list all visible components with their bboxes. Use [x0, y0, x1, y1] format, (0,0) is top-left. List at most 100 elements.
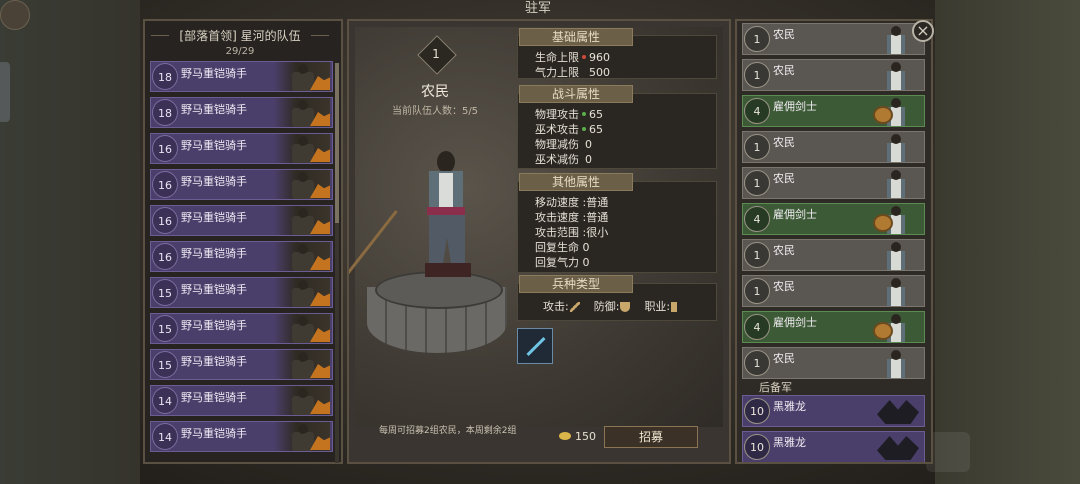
- garrison-unit-row[interactable]: 1 农民: [742, 239, 925, 271]
- unit-level: 14: [152, 387, 178, 414]
- unit-level: 1: [744, 350, 770, 376]
- unit-head: [891, 206, 901, 216]
- unit-name: 农民: [773, 280, 795, 293]
- rider-portrait: [274, 314, 330, 343]
- unit-name: 野马重铠骑手: [181, 391, 247, 404]
- unit-level: 1: [744, 134, 770, 160]
- magic-red-stat: 巫术减伤 0: [535, 151, 592, 167]
- scrollbar-thumb[interactable]: [335, 63, 339, 223]
- unit-level: 16: [152, 135, 178, 162]
- troop-type-row: 攻击: 防御: 职业:: [543, 298, 680, 314]
- move-speed: 移动速度 :普通: [535, 196, 609, 209]
- garrison-unit-row[interactable]: 4 雇佣剑士: [742, 203, 925, 235]
- unit-level: 16: [152, 207, 178, 234]
- team-unit-row[interactable]: 16 野马重铠骑手: [150, 241, 333, 272]
- hp-label: 生命上限: [535, 51, 579, 64]
- garrison-unit-row[interactable]: 1 农民: [742, 275, 925, 307]
- unit-level: 14: [152, 423, 178, 450]
- attack-type-label: 攻击:: [543, 300, 569, 313]
- unit-level: 15: [152, 351, 178, 378]
- rider-head: [298, 352, 308, 362]
- team-unit-row[interactable]: 16 野马重铠骑手: [150, 205, 333, 236]
- unit-name: 野马重铠骑手: [181, 175, 247, 188]
- rider-head: [298, 64, 308, 74]
- dragon-portrait: [873, 396, 923, 426]
- rider-body: [292, 396, 314, 415]
- team-unit-row[interactable]: 16 野马重铠骑手: [150, 133, 333, 164]
- menu-button[interactable]: [0, 0, 30, 30]
- dragon-portrait: [873, 432, 923, 462]
- dragon-icon: [877, 400, 919, 424]
- unit-level: 15: [152, 279, 178, 306]
- team-unit-row[interactable]: 16 野马重铠骑手: [150, 169, 333, 200]
- team-unit-row[interactable]: 15 野马重铠骑手: [150, 277, 333, 308]
- unit-name: 农民: [773, 28, 795, 41]
- unit-portrait: [873, 60, 923, 90]
- unit-head: [891, 62, 901, 72]
- rider-head: [298, 100, 308, 110]
- team-title: [部落首领] 星河的队伍: [179, 29, 301, 43]
- garrison-unit-row[interactable]: 1 农民: [742, 23, 925, 55]
- reserve-label: 后备军: [759, 381, 792, 394]
- magic-red-label: 巫术减伤: [535, 153, 579, 166]
- magic-red-value: 0: [585, 153, 592, 166]
- hero-boots: [425, 263, 471, 277]
- coin-icon: [559, 432, 571, 440]
- unit-level: 10: [744, 398, 770, 424]
- unit-name: 野马重铠骑手: [181, 211, 247, 224]
- skill-slot[interactable]: [517, 328, 553, 364]
- hero-head: [437, 151, 455, 173]
- unit-level: 1: [744, 242, 770, 268]
- reserve-unit-row[interactable]: 10 黑雅龙: [742, 395, 925, 427]
- unit-level: 10: [744, 434, 770, 460]
- garrison-unit-row[interactable]: 1 农民: [742, 167, 925, 199]
- unit-name: 农民: [773, 64, 795, 77]
- combat-stats-title: 战斗属性: [519, 85, 633, 103]
- team-unit-row[interactable]: 14 野马重铠骑手: [150, 421, 333, 452]
- rider-portrait: [274, 98, 330, 127]
- unit-name: 农民: [773, 136, 795, 149]
- job-type-label: 职业:: [644, 300, 671, 313]
- side-drawer-handle[interactable]: [0, 62, 10, 122]
- unit-name: 野马重铠骑手: [181, 355, 247, 368]
- defense-type-label: 防御:: [593, 300, 620, 313]
- phys-red-label: 物理减伤: [535, 138, 579, 151]
- unit-level: 4: [744, 206, 770, 232]
- garrison-unit-row[interactable]: 1 农民: [742, 131, 925, 163]
- garrison-unit-row[interactable]: 1 农民: [742, 347, 925, 379]
- rider-portrait: [274, 62, 330, 91]
- unit-level: 1: [744, 62, 770, 88]
- team-unit-row[interactable]: 18 野马重铠骑手: [150, 97, 333, 128]
- team-unit-row[interactable]: 15 野马重铠骑手: [150, 349, 333, 380]
- sword-icon: [569, 302, 580, 312]
- close-button[interactable]: ×: [912, 20, 934, 42]
- unit-name: 野马重铠骑手: [181, 283, 247, 296]
- unit-body: [887, 143, 905, 162]
- unit-level: 16: [152, 243, 178, 270]
- unit-name: 农民: [421, 84, 449, 100]
- garrison-unit-row[interactable]: 4 雇佣剑士: [742, 311, 925, 343]
- rider-portrait: [274, 206, 330, 235]
- unit-body: [887, 179, 905, 198]
- unit-portrait: [873, 276, 923, 306]
- shield-icon: [873, 214, 893, 232]
- hero-belt: [427, 207, 465, 215]
- hero-vest: [439, 173, 453, 207]
- unit-level: 1: [744, 278, 770, 304]
- garrison-unit-row[interactable]: 1 农民: [742, 59, 925, 91]
- unit-portrait: [873, 348, 923, 378]
- shield-icon: [873, 106, 893, 124]
- team-unit-row[interactable]: 15 野马重铠骑手: [150, 313, 333, 344]
- reserve-unit-row[interactable]: 10 黑雅龙: [742, 431, 925, 462]
- recruit-button[interactable]: 招募: [604, 426, 698, 448]
- unit-name: 农民: [773, 172, 795, 185]
- team-unit-row[interactable]: 18 野马重铠骑手: [150, 61, 333, 92]
- phys-atk-value: 65: [589, 108, 603, 121]
- rider-body: [292, 72, 314, 91]
- phys-red-value: 0: [585, 138, 592, 151]
- unit-name: 野马重铠骑手: [181, 427, 247, 440]
- garrison-unit-row[interactable]: 4 雇佣剑士: [742, 95, 925, 127]
- team-unit-row[interactable]: 14 野马重铠骑手: [150, 385, 333, 416]
- unit-portrait: [873, 96, 923, 126]
- unit-level: 1: [744, 26, 770, 52]
